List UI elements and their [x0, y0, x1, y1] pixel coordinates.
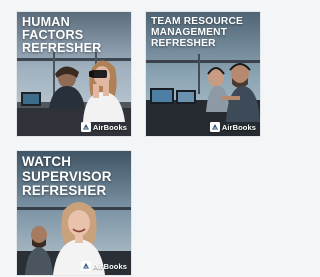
airbooks-logo-icon [209, 122, 220, 132]
airbooks-brand: AirBooks [80, 122, 127, 132]
course-card-team-resource-management-refresher[interactable]: TEAM RESOURCE MANAGEMENT REFRESHER AirBo… [146, 12, 260, 136]
brand-name: AirBooks [92, 261, 127, 271]
brand-name: AirBooks [221, 122, 256, 132]
course-title: WATCH SUPERVISOR REFRESHER [22, 154, 112, 198]
brand-name: AirBooks [92, 122, 127, 132]
course-grid: HUMAN FACTORS REFRESHER AirBooks TEAM RE… [0, 0, 262, 277]
course-card-human-factors-refresher[interactable]: HUMAN FACTORS REFRESHER AirBooks [17, 12, 131, 136]
course-title: HUMAN FACTORS REFRESHER [22, 15, 102, 55]
airbooks-brand: AirBooks [80, 261, 127, 271]
airbooks-logo-icon [80, 122, 91, 132]
course-title: TEAM RESOURCE MANAGEMENT REFRESHER [151, 16, 244, 49]
airbooks-brand: AirBooks [209, 122, 256, 132]
course-card-watch-supervisor-refresher[interactable]: WATCH SUPERVISOR REFRESHER AirBooks [17, 151, 131, 275]
airbooks-logo-icon [80, 261, 91, 271]
